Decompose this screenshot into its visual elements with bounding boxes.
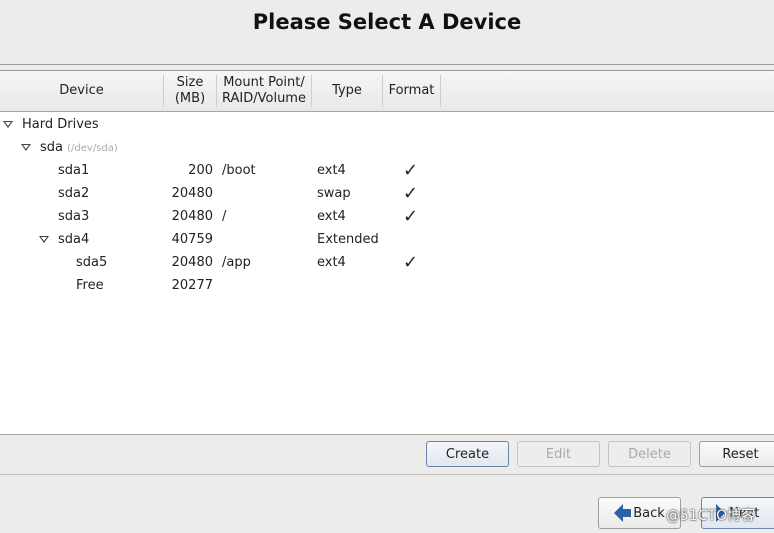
divider bbox=[0, 64, 774, 65]
column-label: Size (MB) bbox=[174, 75, 206, 106]
table-row[interactable]: sda5 20480/app ext4 ✓ bbox=[0, 251, 774, 274]
reset-button[interactable]: Reset bbox=[699, 441, 774, 467]
column-label: Device bbox=[59, 83, 104, 98]
divider bbox=[0, 434, 774, 435]
expander-icon[interactable] bbox=[39, 236, 49, 243]
column-header-size[interactable]: Size (MB) bbox=[164, 75, 217, 107]
fs-type: Extended bbox=[317, 232, 379, 247]
format-check-icon: ✓ bbox=[403, 206, 419, 227]
device-name: sda2 bbox=[58, 186, 90, 201]
mount-point: / bbox=[222, 209, 227, 224]
divider bbox=[0, 474, 774, 475]
column-header-format[interactable]: Format bbox=[383, 75, 441, 107]
column-header-type[interactable]: Type bbox=[312, 75, 383, 107]
device-name: sda5 bbox=[76, 255, 108, 270]
page-title: Please Select A Device bbox=[252, 10, 522, 34]
format-check-icon: ✓ bbox=[403, 160, 419, 181]
edit-button[interactable]: Edit bbox=[517, 441, 600, 467]
fs-type: swap bbox=[317, 186, 351, 201]
device-tree-table[interactable]: Device Size (MB) Mount Point/RAID/Volume … bbox=[0, 70, 774, 435]
column-label: Type bbox=[332, 83, 362, 98]
column-header-mount[interactable]: Mount Point/RAID/Volume bbox=[217, 75, 312, 107]
device-name: sda1 bbox=[58, 163, 90, 178]
column-label: Format bbox=[388, 83, 435, 98]
format-check-icon: ✓ bbox=[403, 252, 419, 273]
table-row[interactable]: sda1 200/boot ext4 ✓ bbox=[0, 159, 774, 182]
table-row[interactable]: Free 20277 bbox=[0, 274, 774, 297]
table-row[interactable]: sda2 20480 swap ✓ bbox=[0, 182, 774, 205]
column-header-device[interactable]: Device bbox=[0, 75, 164, 107]
disk-name: sda bbox=[40, 140, 63, 155]
format-check-icon: ✓ bbox=[403, 183, 419, 204]
arrow-left-icon-bar bbox=[623, 509, 632, 517]
size-value: 20480 bbox=[171, 186, 213, 201]
expander-icon[interactable] bbox=[21, 144, 31, 151]
size-value: 20480 bbox=[171, 255, 213, 270]
size-value: 40759 bbox=[171, 232, 213, 247]
table-row[interactable]: sda3 20480 / ext4 ✓ bbox=[0, 205, 774, 228]
table-header: Device Size (MB) Mount Point/RAID/Volume … bbox=[0, 71, 774, 112]
size-value: 20480 bbox=[171, 209, 213, 224]
create-button[interactable]: Create bbox=[426, 441, 509, 467]
disk-path: (/dev/sda) bbox=[67, 143, 118, 154]
tree-row-hard-drives[interactable]: Hard Drives bbox=[0, 113, 774, 136]
mount-point: /boot bbox=[222, 163, 256, 178]
back-label: Back bbox=[633, 505, 665, 521]
group-label: Hard Drives bbox=[22, 117, 99, 132]
mount-point: /app bbox=[222, 255, 251, 270]
tree-row-disk[interactable]: sda (/dev/sda) bbox=[0, 136, 774, 159]
watermark: @51CTO博客 bbox=[666, 508, 756, 524]
device-name: Free bbox=[76, 278, 104, 293]
fs-type: ext4 bbox=[317, 163, 346, 178]
fs-type: ext4 bbox=[317, 255, 346, 270]
column-label: Mount Point/RAID/Volume bbox=[222, 75, 306, 106]
expander-icon[interactable] bbox=[3, 121, 13, 128]
fs-type: ext4 bbox=[317, 209, 346, 224]
delete-button[interactable]: Delete bbox=[608, 441, 691, 467]
size-value: 200 bbox=[188, 163, 213, 178]
table-row[interactable]: sda4 40759 Extended bbox=[0, 228, 774, 251]
device-name: sda4 bbox=[58, 232, 90, 247]
device-name: sda3 bbox=[58, 209, 90, 224]
size-value: 20277 bbox=[171, 278, 213, 293]
arrow-left-icon bbox=[614, 504, 624, 522]
